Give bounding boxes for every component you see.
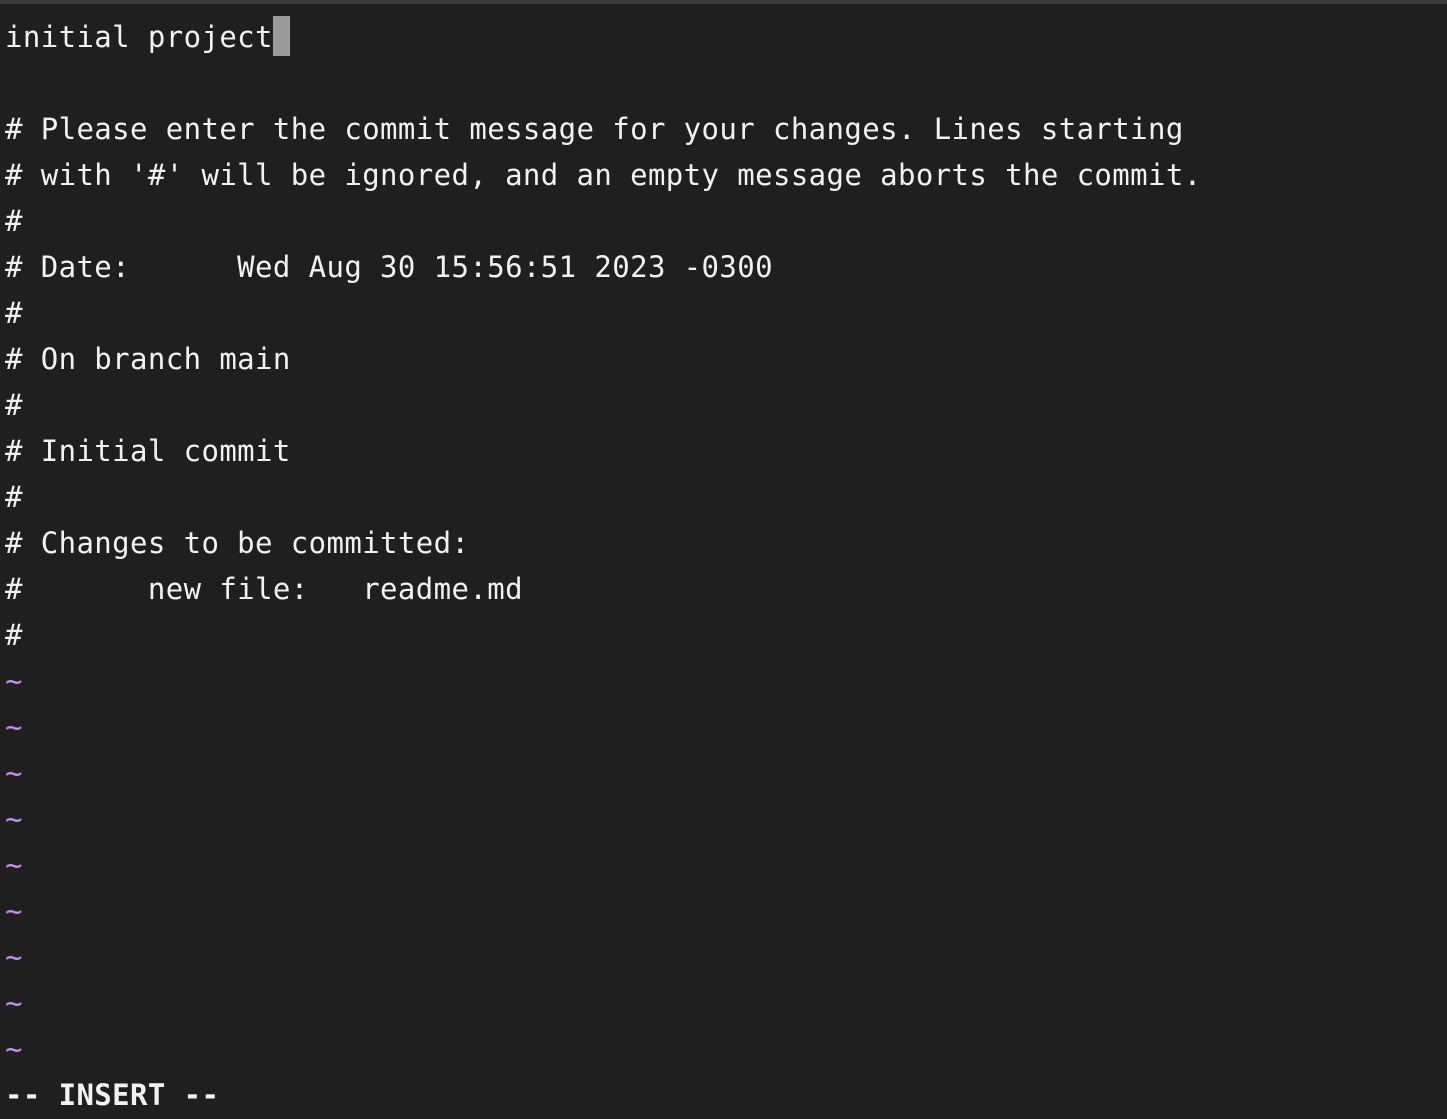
empty-line-marker: ~ — [5, 940, 23, 974]
comment-line: # — [5, 618, 23, 652]
comment-line-changes-header: # Changes to be committed: — [5, 526, 470, 560]
comment-line: # — [5, 388, 23, 422]
comment-line-date: # Date: Wed Aug 30 15:56:51 2023 -0300 — [5, 250, 773, 284]
comment-line-initial-commit: # Initial commit — [5, 434, 291, 468]
text-cursor — [272, 16, 290, 56]
empty-line-marker: ~ — [5, 756, 23, 790]
commit-message-text[interactable]: initial project — [5, 20, 273, 54]
empty-line-marker: ~ — [5, 894, 23, 928]
comment-line: # — [5, 480, 23, 514]
comment-line-branch: # On branch main — [5, 342, 291, 376]
terminal-window[interactable]: initial project # Please enter the commi… — [0, 0, 1447, 1119]
comment-line: # — [5, 296, 23, 330]
empty-line-marker: ~ — [5, 848, 23, 882]
empty-line-marker: ~ — [5, 802, 23, 836]
comment-line: # with '#' will be ignored, and an empty… — [5, 158, 1202, 192]
comment-line: # Please enter the commit message for yo… — [5, 112, 1184, 146]
comment-line: # — [5, 204, 23, 238]
empty-line-marker: ~ — [5, 986, 23, 1020]
empty-line-marker: ~ — [5, 1032, 23, 1066]
insert-mode-indicator: -- INSERT -- — [5, 1078, 220, 1112]
comment-line-new-file: # new file: readme.md — [5, 572, 523, 606]
commit-message-line[interactable]: initial project — [5, 14, 290, 60]
empty-line-marker: ~ — [5, 710, 23, 744]
empty-line-marker: ~ — [5, 664, 23, 698]
